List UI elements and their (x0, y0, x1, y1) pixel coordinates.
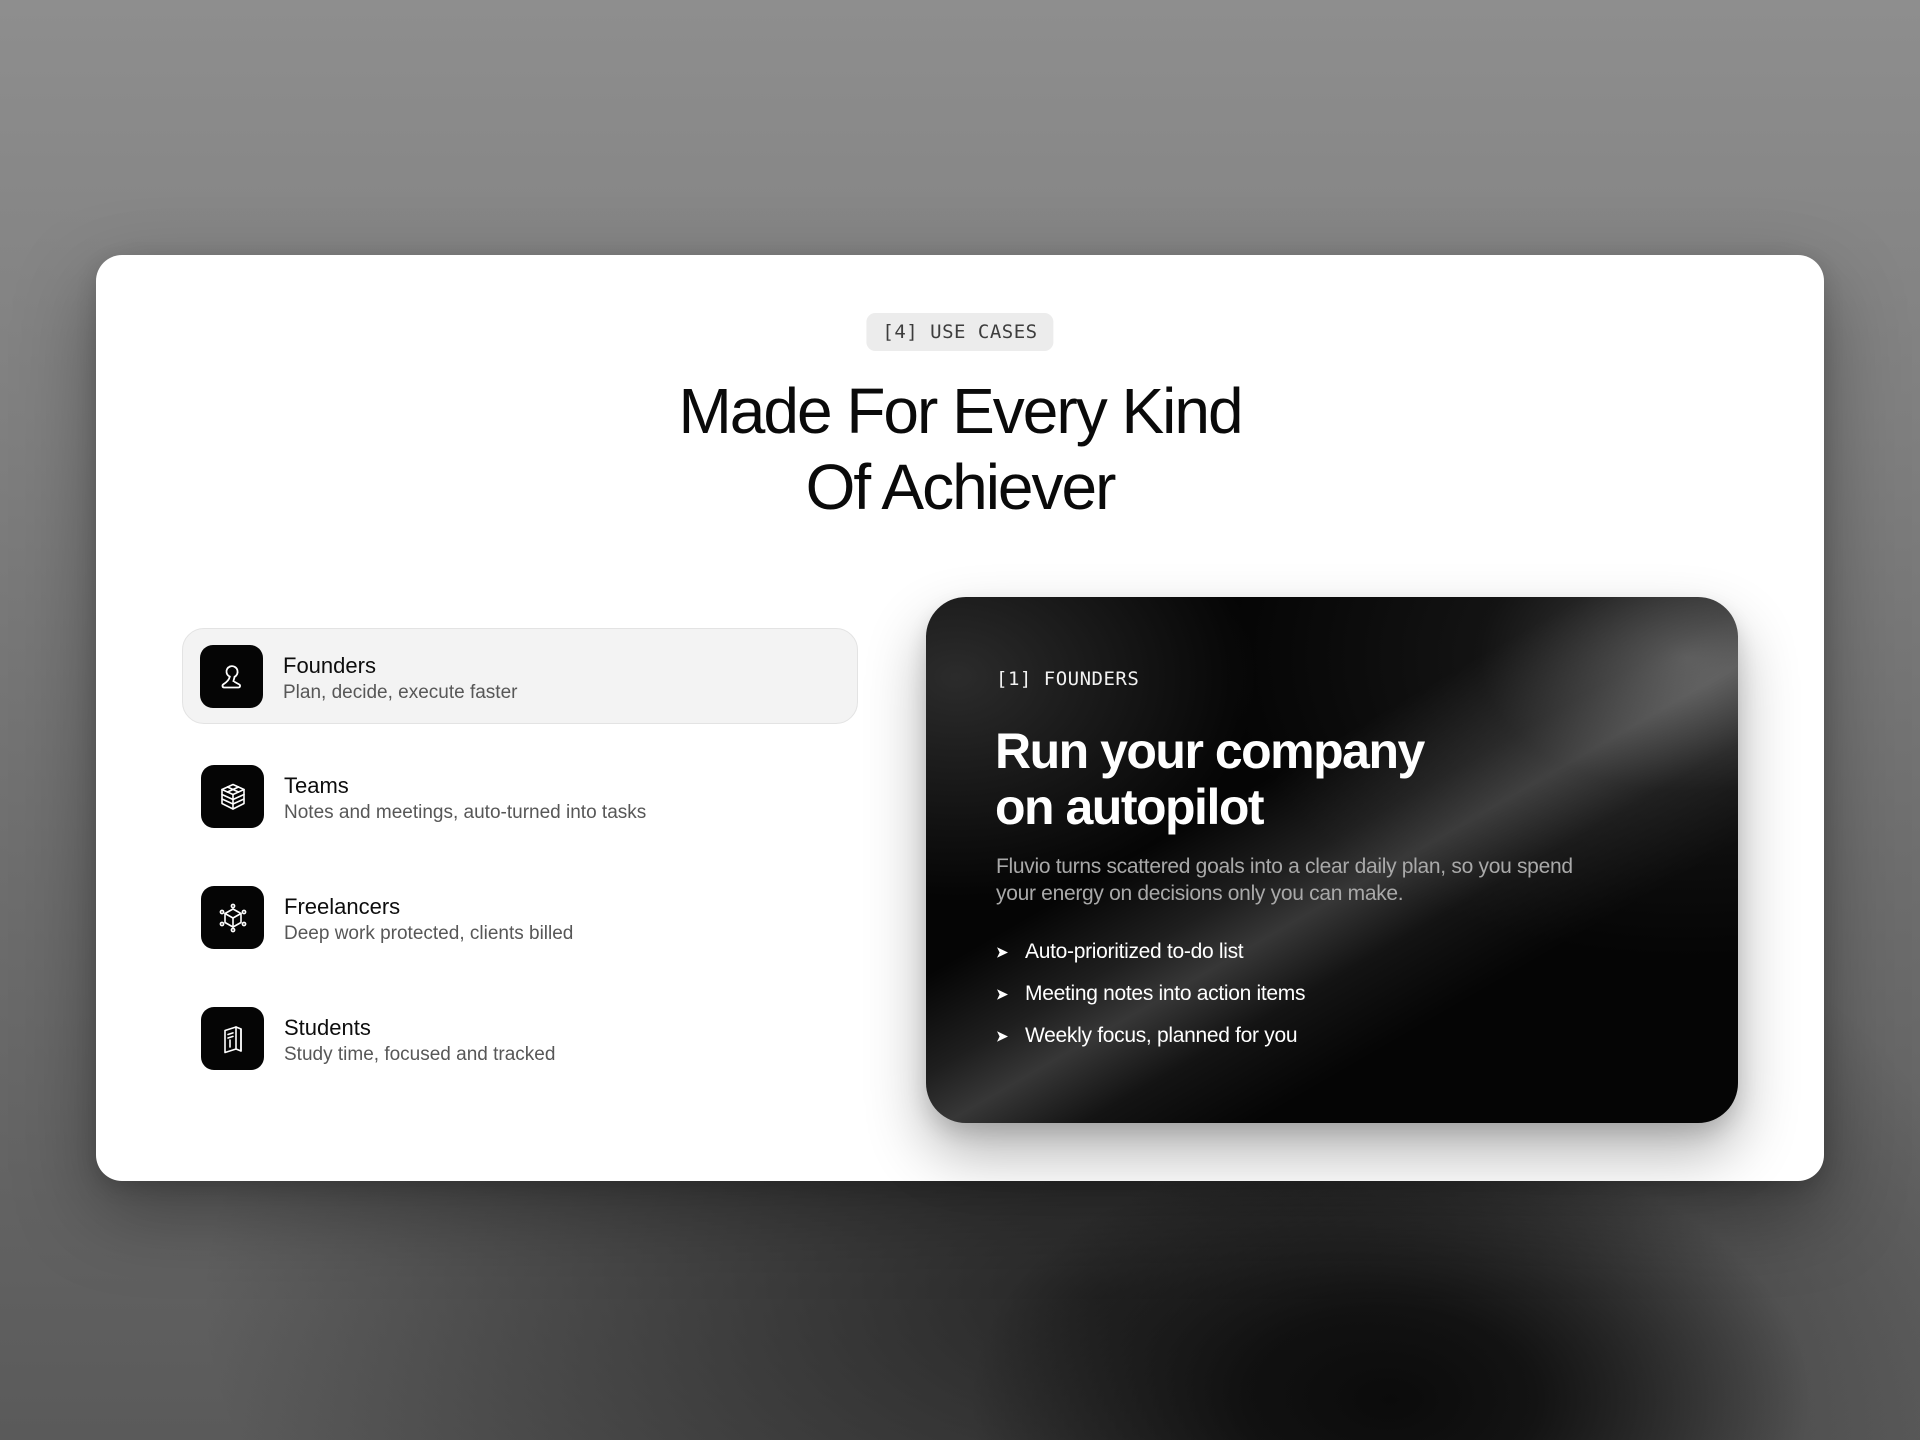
use-case-subtitle: Study time, focused and tracked (284, 1044, 556, 1065)
use-case-item-teams[interactable]: Teams Notes and meetings, auto-turned in… (182, 749, 858, 845)
use-case-item-founders[interactable]: Founders Plan, decide, execute faster (182, 628, 858, 724)
card-bullet-text: Weekly focus, planned for you (1025, 1024, 1298, 1047)
use-case-subtitle: Notes and meetings, auto-turned into tas… (284, 802, 647, 823)
card-bullet-text: Auto-prioritized to-do list (1025, 940, 1244, 963)
use-case-title: Teams (284, 773, 349, 798)
section-headline: Made For Every Kind Of Achiever (96, 373, 1824, 525)
headline-line-1: Made For Every Kind (678, 375, 1243, 447)
network-cube-icon (201, 886, 264, 949)
arrow-bullet-icon (997, 989, 1008, 1000)
card-bullet: Meeting notes into action items (996, 979, 1306, 1021)
use-case-title: Founders (283, 653, 376, 678)
founder-person-icon (200, 645, 263, 708)
use-case-detail-card: [1] FOUNDERS Run your company on autopil… (926, 597, 1738, 1123)
card-bullet-list: Auto-prioritized to-do list Meeting note… (996, 937, 1306, 1063)
use-case-item-freelancers[interactable]: Freelancers Deep work protected, clients… (182, 870, 858, 966)
use-case-list: Founders Plan, decide, execute faster Te… (182, 628, 858, 1112)
arrow-bullet-icon (997, 947, 1008, 958)
stack-cube-icon (201, 765, 264, 828)
book-icon (201, 1007, 264, 1070)
arrow-bullet-icon (997, 1031, 1008, 1042)
card-title-line-2: on autopilot (995, 779, 1265, 835)
use-case-item-students[interactable]: Students Study time, focused and tracked (182, 991, 858, 1087)
use-cases-panel: [4] USE CASES Made For Every Kind Of Ach… (96, 255, 1824, 1181)
use-case-title: Students (284, 1015, 371, 1040)
card-bullet: Auto-prioritized to-do list (996, 937, 1305, 979)
card-bullet: Weekly focus, planned for you (996, 1021, 1305, 1063)
section-badge: [4] USE CASES (866, 313, 1054, 351)
card-eyebrow: [1] FOUNDERS (996, 668, 1140, 690)
use-case-title: Freelancers (284, 894, 401, 919)
card-description: Fluvio turns scattered goals into a clea… (996, 855, 1573, 905)
use-case-subtitle: Deep work protected, clients billed (284, 923, 574, 944)
card-title: Run your company on autopilot (995, 723, 1425, 835)
headline-line-2: Of Achiever (805, 451, 1117, 523)
use-case-subtitle: Plan, decide, execute faster (283, 682, 518, 703)
card-title-line-1: Run your company (995, 723, 1425, 779)
card-bullet-text: Meeting notes into action items (1025, 982, 1306, 1005)
